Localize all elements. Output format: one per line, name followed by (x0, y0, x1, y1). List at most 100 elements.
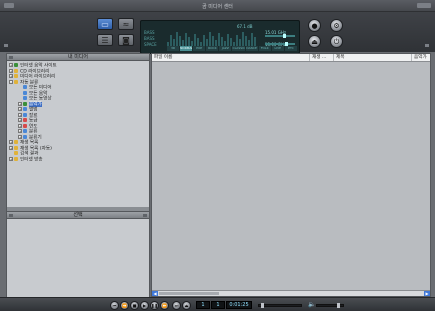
expand-icon[interactable]: + (9, 156, 13, 161)
expand-icon[interactable]: + (18, 118, 22, 122)
cd-icon: ◙ (122, 36, 130, 45)
eq-mode-item[interactable]: ROCK (206, 46, 219, 51)
pause-icon: ❚❚ (151, 303, 158, 308)
eject-button[interactable]: ⏏ (308, 35, 321, 48)
expand-icon[interactable]: + (18, 123, 22, 128)
collapse-icon[interactable] (9, 214, 13, 217)
forward-button[interactable]: ⏩ (160, 301, 169, 310)
expand-icon[interactable]: + (18, 134, 22, 139)
prev-track-button[interactable]: ⏮ (110, 301, 119, 310)
eq-mode-item[interactable]: ETC (284, 46, 297, 51)
eq-bar (239, 39, 241, 46)
eject-icon: ⏏ (311, 38, 318, 46)
window-controls[interactable] (417, 3, 431, 8)
eq-mode-item[interactable]: CLASSIC (232, 46, 245, 51)
seek-slider[interactable] (258, 303, 302, 308)
expand-icon[interactable]: + (18, 101, 22, 106)
time-display: 0:01:25 (226, 301, 252, 309)
eq-bar (209, 32, 211, 46)
tree-item[interactable]: + 인터넷 방송 (9, 156, 147, 162)
resize-grip-left[interactable] (4, 44, 8, 47)
eq-mode-item[interactable]: NORMAL (180, 46, 193, 51)
eq-bar (245, 36, 247, 46)
title-bar: 곰 미디어 센터 (0, 0, 435, 12)
folder-icon (23, 90, 27, 95)
playlist-icon: ☰ (101, 36, 109, 45)
eq-mode-item[interactable]: LIVE (271, 46, 284, 51)
scroll-left-icon[interactable]: ◀ (152, 291, 158, 296)
record-button[interactable]: ● (308, 19, 321, 32)
eq-mode-item[interactable]: DANCE (245, 46, 258, 51)
eq-bar (242, 32, 244, 46)
stop-button[interactable]: ■ (130, 301, 139, 310)
eq-bar (185, 33, 187, 46)
stop-icon: ■ (132, 303, 137, 308)
expand-icon[interactable]: + (9, 74, 13, 78)
open-icon: ⏏ (184, 303, 189, 308)
eq-mode-item[interactable]: 3D (167, 46, 180, 51)
record-icon: ● (311, 22, 318, 30)
folder-icon (14, 145, 18, 150)
pause-button[interactable]: ❚❚ (150, 301, 159, 310)
track-index: 1 (196, 301, 210, 309)
eq-bar (179, 36, 181, 46)
expand-icon[interactable]: + (9, 145, 13, 150)
volume-knob[interactable] (337, 303, 340, 308)
eq-mode-item[interactable]: POP (193, 46, 206, 51)
eq-bar (203, 35, 205, 46)
volume-icon[interactable]: 🔈 (308, 301, 315, 308)
folder-icon (23, 85, 27, 89)
rewind-button[interactable]: ⏪ (120, 301, 129, 310)
column-title[interactable]: 제목 (334, 54, 412, 61)
rewind-icon: ⏪ (122, 303, 127, 308)
eq-bar (173, 39, 175, 46)
selection-title: 선택 (73, 212, 83, 218)
expand-icon[interactable]: + (18, 129, 22, 133)
eq-mode-item[interactable]: JAZZ (219, 46, 232, 51)
cd-view-button[interactable]: ◙ (118, 34, 134, 46)
library-pane: 내 미디어 + 인터넷 음악 사이트 + CD 라이브러리 + 미디어 라이브러리 - 자동 … (6, 53, 150, 304)
equalizer-display: BASS BASS SPACE 67.1 dB 15.01 GHz 15.00 … (140, 20, 300, 54)
column-filename[interactable]: 파일 이름 (152, 54, 310, 61)
expand-icon[interactable]: + (18, 112, 22, 117)
scroll-right-icon[interactable]: ▶ (424, 291, 430, 296)
resize-grip-right[interactable] (425, 44, 429, 47)
expand-icon[interactable]: + (9, 140, 13, 144)
scroll-thumb[interactable] (159, 292, 219, 295)
expand-icon[interactable]: + (9, 63, 13, 67)
visualizer-icon: ≈ (122, 20, 130, 29)
transport-bar: ⏮ ⏪ ■ ▶ ❚❚ ⏩ ⏭ ⏏ 1 1 0:01:25 🔈 (0, 297, 435, 311)
expand-icon[interactable]: + (9, 68, 13, 73)
balance-slider[interactable] (265, 34, 295, 38)
equalizer-bars (167, 26, 262, 46)
collapse-icon[interactable] (9, 56, 13, 59)
folder-icon (14, 68, 18, 73)
eq-bar (212, 36, 214, 46)
seek-knob[interactable] (261, 303, 264, 308)
visual-view-button[interactable]: ≈ (118, 18, 134, 30)
eq-mode-item[interactable]: FOLK (258, 46, 271, 51)
collapse-icon[interactable]: - (9, 79, 13, 84)
power-button[interactable]: ⏻ (330, 35, 343, 48)
settings-button[interactable]: ⚙ (330, 19, 343, 32)
folder-icon (14, 140, 18, 144)
volume-slider[interactable] (316, 303, 344, 308)
pitch-slider[interactable] (265, 42, 295, 46)
close-icon[interactable] (143, 214, 147, 217)
gear-icon: ⚙ (333, 22, 340, 30)
column-play-count[interactable]: 재생 ... (310, 54, 334, 61)
library-title: 내 미디어 (68, 54, 88, 60)
column-artist[interactable]: 음악가 (412, 54, 430, 61)
eq-bar (176, 32, 178, 46)
media-icon: ▭ (101, 20, 109, 29)
horizontal-scrollbar[interactable]: ◀ ▶ (152, 290, 430, 296)
library-tree: + 인터넷 음악 사이트 + CD 라이브러리 + 미디어 라이브러리 - 자동 분류 모든 미… (6, 61, 150, 207)
play-button[interactable]: ▶ (140, 301, 149, 310)
next-track-button[interactable]: ⏭ (172, 301, 181, 310)
eq-bar (221, 37, 223, 46)
playlist-view-button[interactable]: ☰ (97, 34, 113, 46)
eq-bar (170, 35, 172, 46)
open-button[interactable]: ⏏ (182, 301, 191, 310)
media-view-button[interactable]: ▭ (97, 18, 113, 30)
expand-icon[interactable]: + (18, 107, 22, 111)
